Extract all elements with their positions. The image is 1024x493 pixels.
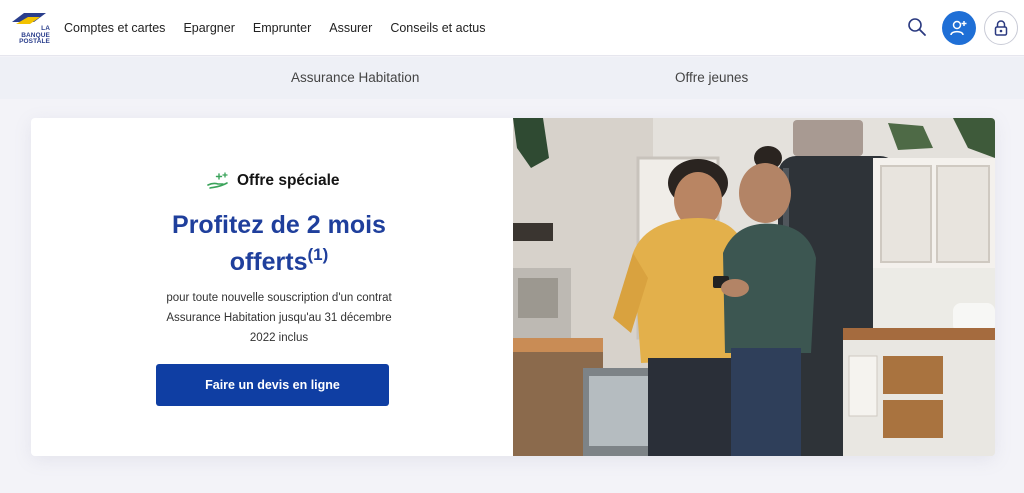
- nav-comptes-et-cartes[interactable]: Comptes et cartes: [64, 21, 165, 35]
- quote-online-button[interactable]: Faire un devis en ligne: [156, 364, 389, 406]
- search-icon: [908, 18, 926, 36]
- logo-bird-icon: [12, 13, 46, 24]
- nav-emprunter[interactable]: Emprunter: [253, 21, 311, 35]
- account-button[interactable]: [942, 11, 976, 45]
- nav-epargner[interactable]: Epargner: [183, 21, 234, 35]
- main-nav: Comptes et cartes Epargner Emprunter Ass…: [64, 0, 486, 56]
- brand-logo[interactable]: LA BANQUE POSTALE: [10, 12, 50, 45]
- headline-line-1: Profitez de 2 mois: [172, 211, 386, 239]
- sub-nav: Assurance Habitation Offre jeunes: [0, 57, 1024, 99]
- gift-hand-icon: [207, 172, 228, 189]
- top-header: LA BANQUE POSTALE Comptes et cartes Epar…: [0, 0, 1024, 56]
- headline-footnote-ref[interactable]: (1): [308, 245, 329, 264]
- logo-line-3: POSTALE: [19, 38, 50, 45]
- hero-photo: [513, 118, 995, 456]
- promo-card: Offre spéciale Profitez de 2 mois offert…: [31, 118, 995, 456]
- search-button[interactable]: [906, 16, 928, 38]
- desc-line-2: Assurance Habitation jusqu'au 31 décembr…: [166, 312, 392, 324]
- offer-label: Offre spéciale: [237, 172, 340, 189]
- headline-line-2: offerts: [229, 248, 308, 276]
- nav-conseils-et-actus[interactable]: Conseils et actus: [390, 21, 485, 35]
- kitchen-couple-illustration: [513, 118, 995, 456]
- offer-badge: Offre spéciale: [207, 170, 340, 192]
- subnav-assurance-habitation[interactable]: Assurance Habitation: [291, 70, 419, 85]
- add-user-icon: [950, 20, 967, 36]
- secure-access-button[interactable]: [984, 11, 1018, 45]
- desc-line-1: pour toute nouvelle souscription d'un co…: [166, 292, 392, 304]
- lock-icon: [994, 20, 1008, 36]
- logo-text: LA BANQUE POSTALE: [10, 25, 50, 46]
- nav-assurer[interactable]: Assurer: [329, 21, 372, 35]
- promo-headline: Profitez de 2 mois offerts(1): [31, 210, 527, 277]
- promo-content: Offre spéciale Profitez de 2 mois offert…: [31, 118, 513, 456]
- promo-description: pour toute nouvelle souscription d'un co…: [144, 288, 414, 348]
- desc-line-3: 2022 inclus: [249, 332, 309, 344]
- subnav-offre-jeunes[interactable]: Offre jeunes: [675, 70, 748, 85]
